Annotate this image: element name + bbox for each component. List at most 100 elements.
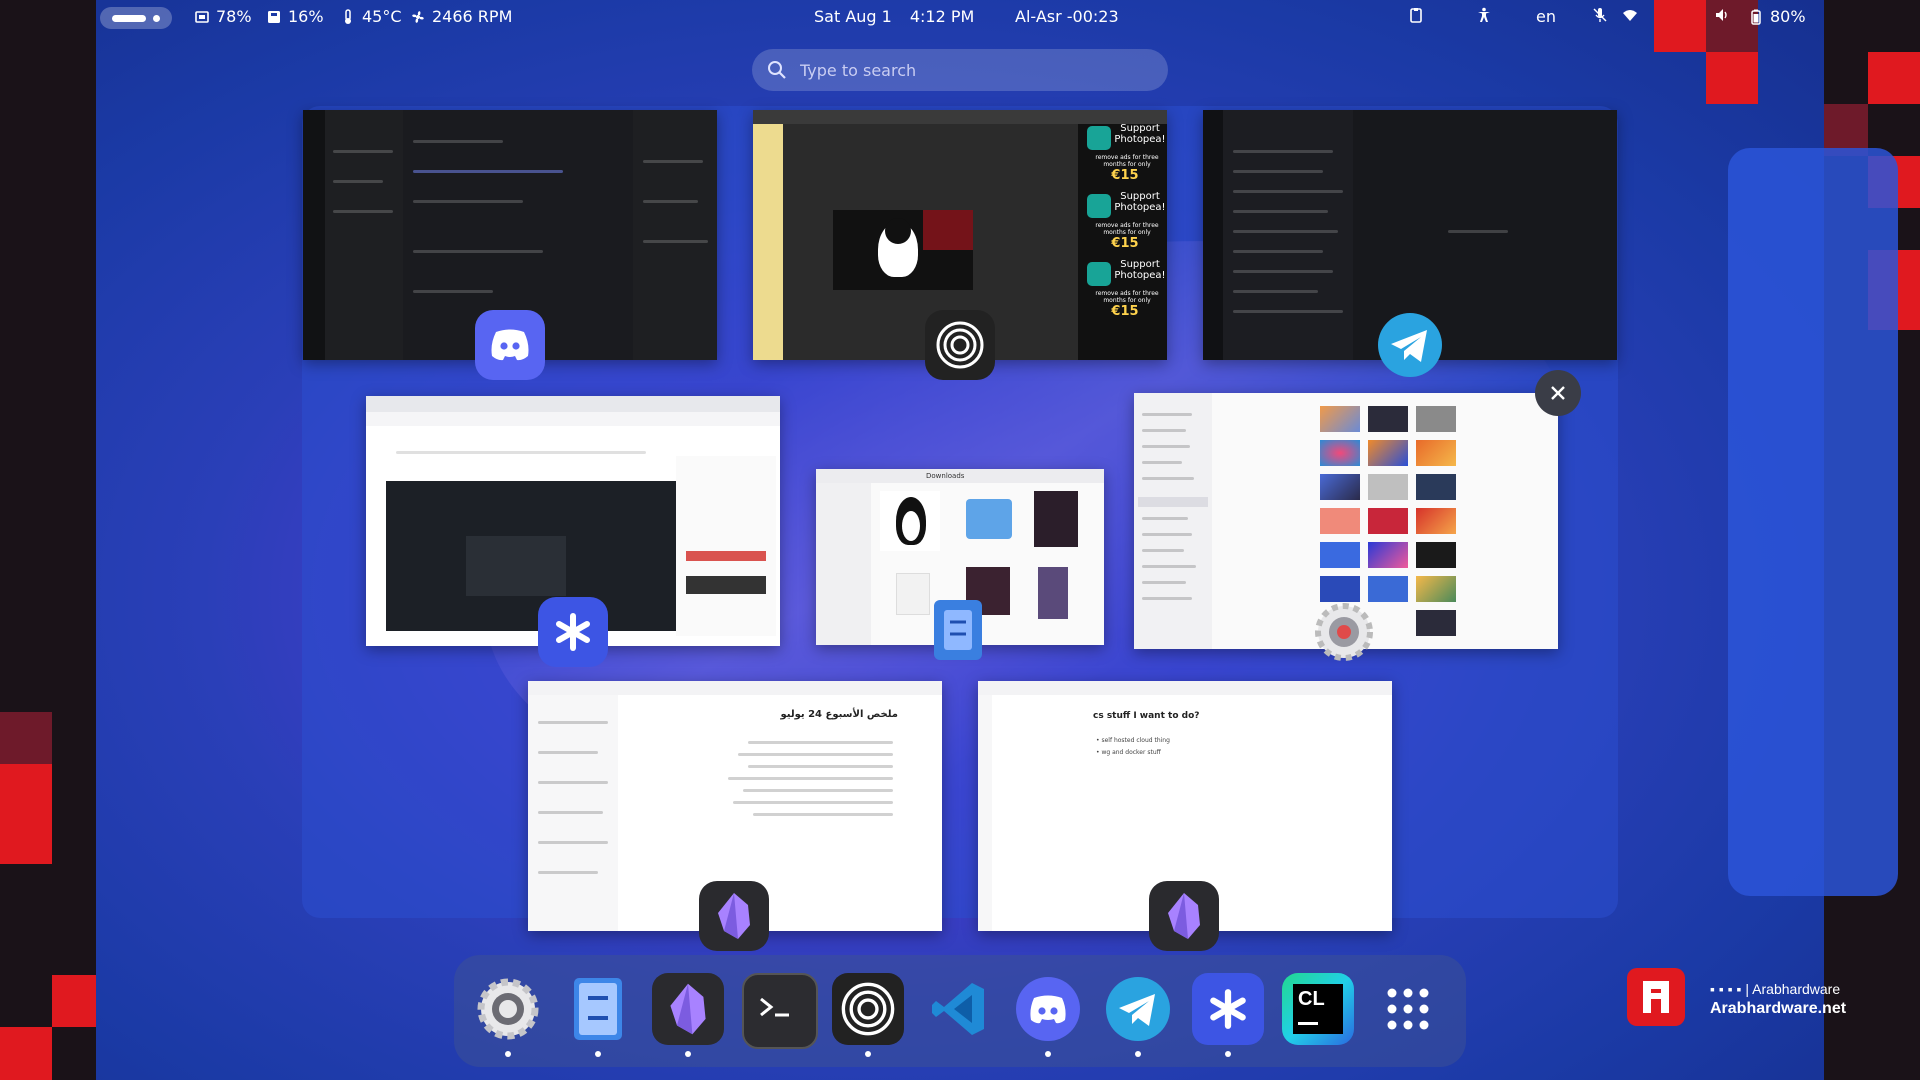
telegram-icon [1106, 977, 1170, 1041]
fan-icon [412, 10, 424, 23]
clock[interactable]: Sat Aug 1 4:12 PM [814, 7, 974, 26]
search-input[interactable] [798, 59, 1142, 81]
search-bar[interactable] [752, 49, 1168, 91]
wallpaper-square [0, 1027, 52, 1080]
cpu-icon [195, 10, 209, 23]
discord-icon [1016, 977, 1080, 1041]
obsidian-app-badge-right [1149, 881, 1219, 951]
disk-icon [268, 10, 280, 23]
ad-subtitle: remove ads for three months for only [1095, 290, 1159, 304]
dock-discord[interactable] [1012, 973, 1084, 1057]
clion-icon: CL [1298, 988, 1325, 1010]
ad-title: Support Photopea! [1114, 191, 1166, 213]
discord-app-badge [475, 310, 545, 380]
next-workspace[interactable] [1728, 148, 1898, 896]
keyboard-layout[interactable]: en [1536, 7, 1556, 26]
battery-indicator[interactable]: 80% [1748, 7, 1806, 26]
files-app-badge [934, 600, 982, 660]
fan-indicator[interactable]: 2466 RPM [410, 7, 512, 26]
accessibility-menu[interactable] [1476, 7, 1492, 23]
battery-value: 80% [1770, 7, 1806, 26]
watermark: ▪ ▪ ▪ ▪ | Arabhardware Arabhardware.net [1710, 980, 1846, 1018]
cpu-indicator[interactable]: 78% [194, 7, 252, 26]
arabhardware-icon [1643, 981, 1669, 1013]
wifi-icon [1623, 10, 1637, 21]
activities-indicator[interactable] [100, 7, 172, 29]
wallpaper-square [1706, 52, 1758, 104]
ad-subtitle: remove ads for three months for only [1095, 154, 1159, 168]
dock-telegram[interactable] [1102, 973, 1174, 1057]
accessibility-icon [1478, 7, 1490, 22]
dock-app-grid[interactable] [1372, 973, 1444, 1045]
dock-obs[interactable] [832, 973, 904, 1057]
photopea-ad-2[interactable]: Support Photopea! remove ads for three m… [1084, 188, 1166, 254]
wallpaper-left [0, 0, 98, 1080]
fan-value: 2466 RPM [432, 7, 513, 26]
close-icon [1551, 386, 1565, 400]
obs-icon [936, 321, 984, 369]
search-icon [768, 61, 786, 79]
ad-title: Support Photopea! [1114, 259, 1166, 281]
note-item: • self hosted cloud thing [1096, 737, 1170, 744]
disk-indicator[interactable]: 16% [266, 7, 324, 26]
settings-app-badge [1309, 597, 1379, 667]
ad-price: €15 [1111, 236, 1139, 251]
temperature-indicator[interactable]: 45°C [340, 7, 402, 26]
discord-icon [491, 329, 529, 361]
cpu-value: 78% [216, 7, 252, 26]
gear-icon [1315, 603, 1373, 661]
watermark-line1: ▪ ▪ ▪ ▪ | Arabhardware [1710, 981, 1841, 997]
prayer-times[interactable]: Al-Asr -00:23 [1015, 7, 1119, 26]
vscode-icon [932, 983, 984, 1035]
files-title: Downloads [926, 472, 965, 480]
wallpaper-square [1654, 0, 1706, 52]
dock-terminal[interactable] [742, 973, 818, 1049]
obs-app-badge [925, 310, 995, 380]
mic-indicator[interactable] [1592, 7, 1608, 23]
dock-slack-like[interactable] [1192, 973, 1264, 1057]
slack-like-app-badge [538, 597, 608, 667]
speaker-icon [1716, 9, 1727, 21]
watermark-line2: Arabhardware.net [1710, 1000, 1847, 1017]
temperature-value: 45°C [362, 7, 402, 26]
prayer-label: Al-Asr -00:23 [1015, 7, 1119, 26]
disk-value: 16% [288, 7, 324, 26]
language-label: en [1536, 7, 1556, 26]
obsidian-app-badge-left [699, 881, 769, 951]
telegram-app-badge [1375, 310, 1445, 380]
asterisk-icon [1210, 989, 1246, 1029]
dock-clion[interactable]: CL [1282, 973, 1354, 1045]
wallpaper-square [1868, 52, 1920, 104]
obsidian-icon [1168, 893, 1200, 939]
microphone-muted-icon [1593, 8, 1607, 22]
files-icon [574, 978, 622, 1040]
wallpaper-square [0, 712, 52, 764]
ad-title: Support Photopea! [1114, 123, 1166, 145]
app-grid-icon [1387, 988, 1429, 1030]
ad-price: €15 [1111, 304, 1139, 319]
close-window-button[interactable] [1535, 370, 1581, 416]
telegram-icon [1378, 313, 1442, 377]
dock-files[interactable] [562, 973, 634, 1057]
obsidian-icon [718, 893, 750, 939]
terminal-icon [760, 997, 789, 1017]
photopea-ad-3[interactable]: Support Photopea! remove ads for three m… [1084, 256, 1166, 322]
clipboard-indicator[interactable] [1408, 7, 1424, 23]
files-icon [944, 610, 972, 650]
ad-subtitle: remove ads for three months for only [1095, 222, 1159, 236]
clipboard-icon [1410, 8, 1422, 23]
battery-icon [1751, 9, 1761, 25]
note-title: cs stuff I want to do? [1093, 711, 1200, 721]
volume-indicator[interactable] [1714, 7, 1730, 23]
note-item: • wg and docker stuff [1096, 749, 1161, 756]
photopea-ad-1[interactable]: Support Photopea! remove ads for three m… [1084, 120, 1166, 186]
date-label: Sat Aug 1 [814, 7, 892, 26]
thermometer-icon [345, 8, 351, 24]
settings-icon [477, 978, 539, 1040]
wifi-indicator[interactable] [1622, 7, 1638, 23]
dock: CL [454, 955, 1466, 1067]
dock-obsidian[interactable] [652, 973, 724, 1057]
ad-price: €15 [1111, 168, 1139, 183]
dock-vscode[interactable] [922, 973, 994, 1045]
dock-settings[interactable] [472, 973, 544, 1057]
